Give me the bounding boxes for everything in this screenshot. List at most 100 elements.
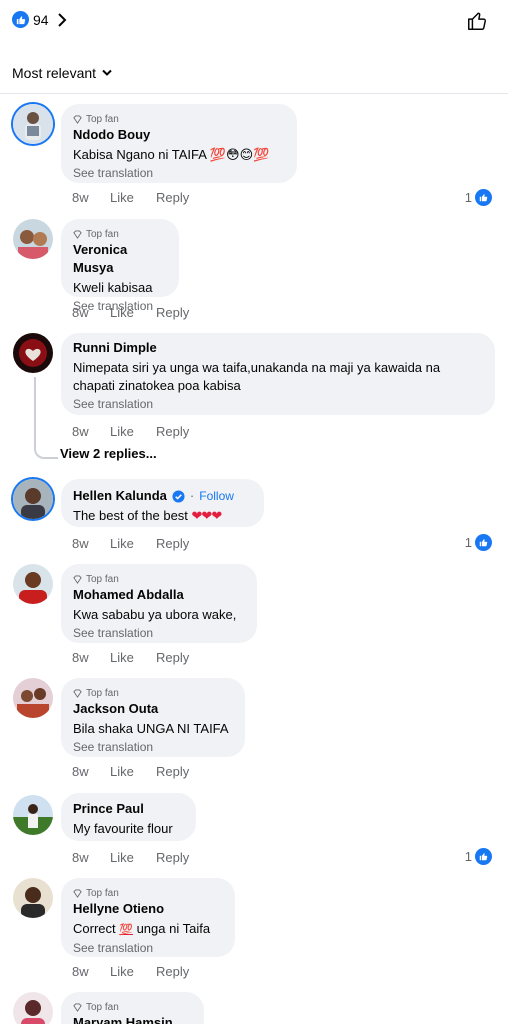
see-translation-link[interactable]: See translation	[73, 625, 245, 641]
comment-time[interactable]: 8w	[72, 650, 110, 665]
sort-dropdown[interactable]: Most relevant	[12, 65, 112, 81]
top-fan-badge: Top fan	[73, 886, 223, 900]
top-fan-badge: Top fan	[73, 227, 167, 241]
reactions-header: 94	[0, 0, 508, 44]
like-reaction-icon	[475, 848, 492, 865]
top-fan-badge: Top fan	[73, 572, 245, 586]
see-translation-link[interactable]: See translation	[73, 739, 233, 755]
thread-line	[34, 377, 36, 443]
see-translation-link[interactable]: See translation	[73, 396, 483, 412]
comment-text: My favourite flour	[73, 821, 173, 836]
comment-text-line: chapati zinatokea poa kabisa	[73, 378, 241, 393]
diamond-icon	[73, 114, 82, 124]
reply-link[interactable]: Reply	[156, 850, 189, 865]
commenter-name-row: Hellen Kalunda · Follow	[73, 487, 252, 505]
avatar[interactable]	[13, 795, 53, 835]
see-translation-link[interactable]: See translation	[73, 940, 223, 956]
reaction-count: 1	[464, 190, 472, 205]
reply-link[interactable]: Reply	[156, 964, 189, 979]
comment-actions: 8w Like Reply	[72, 424, 189, 439]
like-reaction-icon	[12, 11, 29, 28]
like-link[interactable]: Like	[110, 650, 156, 665]
commenter-name[interactable]: Runni Dimple	[73, 339, 483, 357]
diamond-icon	[73, 574, 82, 584]
diamond-icon	[73, 229, 82, 239]
follow-button[interactable]: Follow	[199, 487, 234, 505]
like-link[interactable]: Like	[110, 190, 156, 205]
commenter-name[interactable]: Hellen Kalunda	[73, 487, 167, 505]
commenter-name[interactable]: Veronica Musya	[73, 241, 167, 277]
comment-bubble: Top fan Mohamed Abdalla Kwa sababu ya ub…	[61, 564, 257, 643]
reply-link[interactable]: Reply	[156, 650, 189, 665]
reaction-count: 1	[464, 849, 472, 864]
comment-actions: 8w Like Reply	[72, 850, 189, 865]
comment-bubble: Hellen Kalunda · Follow The best of the …	[61, 479, 264, 527]
comment-time[interactable]: 8w	[72, 190, 110, 205]
top-fan-badge: Top fan	[73, 112, 285, 126]
reply-link[interactable]: Reply	[156, 764, 189, 779]
divider	[0, 93, 508, 94]
comment-text: Bila shaka UNGA NI TAIFA	[73, 721, 229, 736]
comment-bubble: Prince Paul My favourite flour	[61, 793, 196, 841]
avatar[interactable]	[13, 333, 53, 373]
hundred-emoji: 💯	[119, 924, 133, 936]
reply-link[interactable]: Reply	[156, 190, 189, 205]
avatar[interactable]	[13, 219, 53, 259]
comment-actions: 8w Like Reply	[72, 305, 189, 320]
comment-actions: 8w Like Reply	[72, 190, 189, 205]
like-reaction-icon	[475, 534, 492, 551]
comment-actions: 8w Like Reply	[72, 536, 189, 551]
comment-text: Kweli kabisaa	[73, 280, 153, 295]
top-fan-badge: Top fan	[73, 1000, 192, 1014]
avatar[interactable]	[13, 564, 53, 604]
chevron-right-icon	[57, 12, 66, 27]
thread-curve	[34, 443, 58, 459]
avatar[interactable]	[13, 479, 53, 519]
comment-time[interactable]: 8w	[72, 964, 110, 979]
comment-bubble: Top fan Jackson Outa Bila shaka UNGA NI …	[61, 678, 245, 757]
comment-reactions[interactable]: 1	[465, 534, 492, 551]
avatar[interactable]	[13, 992, 53, 1024]
verified-badge-icon	[172, 489, 185, 503]
reply-link[interactable]: Reply	[156, 305, 189, 320]
like-button-icon[interactable]	[466, 10, 488, 37]
comment-reactions[interactable]: 1	[465, 848, 492, 865]
like-link[interactable]: Like	[110, 764, 156, 779]
avatar[interactable]	[13, 104, 53, 144]
comment-time[interactable]: 8w	[72, 850, 110, 865]
comment-bubble: Top fan Veronica Musya Kweli kabisaa See…	[61, 219, 179, 313]
comment-time[interactable]: 8w	[72, 305, 110, 320]
commenter-name[interactable]: Ndodo Bouy	[73, 126, 285, 144]
comment-actions: 8w Like Reply	[72, 964, 189, 979]
reply-link[interactable]: Reply	[156, 424, 189, 439]
commenter-name[interactable]: Prince Paul	[73, 800, 184, 818]
commenter-name[interactable]: Jackson Outa	[73, 700, 233, 718]
commenter-name[interactable]: Hellyne Otieno	[73, 900, 223, 918]
comment-time[interactable]: 8w	[72, 764, 110, 779]
avatar[interactable]	[13, 678, 53, 718]
avatar[interactable]	[13, 878, 53, 918]
see-translation-link[interactable]: See translation	[73, 165, 285, 181]
like-link[interactable]: Like	[110, 850, 156, 865]
like-link[interactable]: Like	[110, 536, 156, 551]
like-link[interactable]: Like	[110, 964, 156, 979]
chevron-down-icon	[102, 69, 112, 76]
reply-link[interactable]: Reply	[156, 536, 189, 551]
comment-time[interactable]: 8w	[72, 424, 110, 439]
top-fan-badge: Top fan	[73, 686, 233, 700]
hearts-emoji: ❤❤❤	[191, 508, 223, 523]
comment-reactions[interactable]: 1	[465, 189, 492, 206]
comment-text: Kwa sababu ya ubora wake,	[73, 607, 237, 622]
reaction-summary[interactable]: 94	[12, 11, 67, 28]
comment-text: The best of the best ❤❤❤	[73, 508, 223, 523]
like-link[interactable]: Like	[110, 305, 156, 320]
comment-time[interactable]: 8w	[72, 536, 110, 551]
comment-actions: 8w Like Reply	[72, 650, 189, 665]
sort-label: Most relevant	[12, 65, 97, 81]
comment-text: Kabisa Ngano ni TAIFA 💯😳😊💯	[73, 147, 270, 162]
commenter-name[interactable]: Mohamed Abdalla	[73, 586, 245, 604]
comment-text-line: Nimepata siri ya unga wa taifa,unakanda …	[73, 360, 441, 375]
view-replies-link[interactable]: View 2 replies...	[60, 446, 157, 461]
commenter-name[interactable]: Maryam Hamsin	[73, 1014, 192, 1024]
like-link[interactable]: Like	[110, 424, 156, 439]
